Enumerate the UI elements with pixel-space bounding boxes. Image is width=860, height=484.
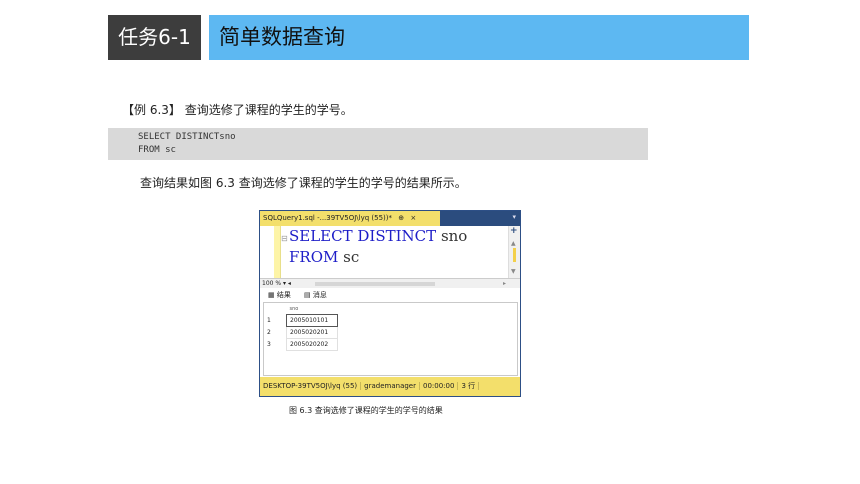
query-editor[interactable]: ⊟ SELECT DISTINCT sno FROM sc	[260, 226, 520, 278]
table-row[interactable]: 1 2005010101	[264, 314, 338, 327]
status-bar: DESKTOP-39TV5OJ\lyq (55) grademanager 00:0…	[260, 377, 520, 396]
collapse-icon[interactable]: ⊟	[281, 234, 288, 243]
tab-dropdown-icon[interactable]: ▾	[512, 213, 516, 221]
editor-scrollbar[interactable]: + ▲ ▼	[508, 226, 520, 278]
grid-icon: ▦	[268, 291, 275, 299]
results-table: sno 1 2005010101 2 2005020201 3 20050202…	[264, 303, 338, 351]
code-line-1: SELECT DISTINCTsno	[138, 132, 236, 142]
editor-line-2: FROM sc	[289, 248, 359, 266]
column-header-sno[interactable]: sno	[287, 303, 338, 315]
split-icon[interactable]: +	[510, 226, 518, 236]
pin-icon[interactable]: ⊕	[398, 214, 404, 222]
from-keyword: FROM	[289, 248, 339, 266]
results-grid[interactable]: sno 1 2005010101 2 2005020201 3 20050202…	[263, 302, 518, 376]
table-row[interactable]: 3 2005020202	[264, 338, 338, 351]
tab-messages-label: 消息	[312, 291, 327, 299]
row-number: 2	[267, 329, 271, 336]
horizontal-scroll-thumb[interactable]	[315, 282, 435, 286]
select-keyword: SELECT DISTINCT	[289, 227, 437, 245]
figure-caption: 图 6.3 查询选修了课程的学生的学号的结果	[289, 406, 443, 415]
description-text: 查询结果如图 6.3 查询选修了课程的学生的学号的结果所示。	[140, 176, 467, 190]
tab-results-label: 结果	[276, 291, 291, 299]
task-label: 任务6-1	[108, 15, 201, 60]
status-server: DESKTOP-39TV5OJ\lyq (55)	[260, 382, 362, 390]
select-column: sno	[440, 227, 468, 245]
code-block: SELECT DISTINCTsno FROM sc	[108, 128, 648, 160]
page-title: 简单数据查询	[209, 15, 749, 60]
results-tabs: ▦ 结果 ▤ 消息	[260, 288, 520, 302]
cell-sno[interactable]: 2005020201	[286, 326, 338, 339]
close-icon[interactable]: ×	[410, 214, 416, 222]
from-table: sc	[343, 248, 360, 266]
cell-sno[interactable]: 2005010101	[286, 314, 338, 327]
query-tab[interactable]: SQLQuery1.sql -...39TV5OJ\lyq (55))* ⊕ ×	[260, 211, 440, 226]
query-tab-title: SQLQuery1.sql -...39TV5OJ\lyq (55))*	[263, 214, 392, 222]
status-time: 00:00:00	[420, 382, 459, 390]
row-number: 3	[267, 341, 271, 348]
ssms-tab-bar: SQLQuery1.sql -...39TV5OJ\lyq (55))* ⊕ ×…	[260, 211, 520, 226]
editor-line-1: SELECT DISTINCT sno	[289, 227, 467, 245]
status-rows: 3 行	[458, 382, 480, 390]
cell-sno[interactable]: 2005020202	[286, 338, 338, 351]
row-number: 1	[267, 317, 271, 324]
editor-gutter	[274, 226, 281, 278]
table-row[interactable]: 2 2005020201	[264, 326, 338, 339]
example-heading: 【例 6.3】 查询选修了课程的学生的学号。	[122, 103, 353, 117]
tab-results[interactable]: ▦ 结果	[268, 288, 291, 302]
table-header-row: sno	[264, 303, 338, 315]
code-line-2: FROM sc	[138, 145, 176, 155]
ssms-screenshot: SQLQuery1.sql -...39TV5OJ\lyq (55))* ⊕ ×…	[259, 210, 521, 397]
scroll-up-icon[interactable]: ▲	[511, 240, 516, 247]
status-database: grademanager	[361, 382, 420, 390]
scroll-thumb[interactable]	[513, 248, 516, 262]
scroll-down-icon[interactable]: ▼	[511, 268, 516, 275]
messages-icon: ▤	[304, 291, 311, 299]
tab-messages[interactable]: ▤ 消息	[304, 288, 327, 302]
